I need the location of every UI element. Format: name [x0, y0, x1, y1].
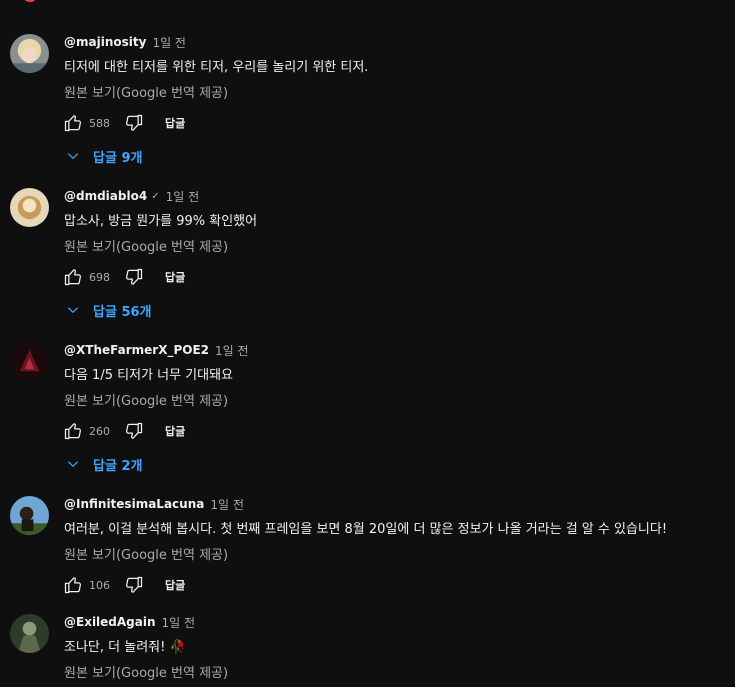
view-replies-button[interactable]: 답글 9개	[66, 146, 142, 166]
comment-author[interactable]: @XTheFarmerX_POE2	[64, 343, 209, 357]
replies-count: 답글 56개	[93, 304, 152, 320]
comment-thread: @ExiledAgain 1일 전 조나단, 더 놀려줘! 🥀 원본 보기(Go…	[0, 614, 735, 687]
dislike-button[interactable]	[123, 574, 145, 596]
comment-author[interactable]: @dmdiablo4	[64, 189, 147, 203]
reply-button[interactable]: 답글	[165, 269, 185, 285]
dislike-button[interactable]	[123, 266, 145, 288]
dislike-button[interactable]	[123, 112, 145, 134]
comment-author[interactable]: @majinosity	[64, 35, 146, 49]
sky-avatar-icon	[10, 496, 49, 535]
like-button[interactable]	[62, 266, 84, 288]
translate-toggle[interactable]: 원본 보기(Google 번역 제공)	[64, 390, 228, 409]
like-count: 260	[89, 424, 110, 438]
comment-text: 여러분, 이걸 분석해 봅시다. 첫 번째 프레임을 보면 8월 20일에 더 …	[64, 522, 668, 537]
thumb-up-icon	[64, 269, 81, 286]
comment-time[interactable]: 1일 전	[210, 496, 244, 513]
comment-thread: @majinosity 1일 전 티저에 대한 티저를 위한 티저, 우리를 놀…	[0, 34, 735, 174]
comment-text: 맙소사, 방금 뭔가를 99% 확인했어	[64, 214, 258, 229]
avatar[interactable]	[10, 34, 49, 73]
previous-comment-marker	[24, 0, 36, 2]
like-count: 106	[89, 578, 110, 592]
comment-time[interactable]: 1일 전	[152, 34, 186, 51]
dislike-button[interactable]	[123, 420, 145, 442]
thumb-down-icon	[126, 422, 143, 439]
reply-button[interactable]: 답글	[165, 423, 185, 439]
avatar[interactable]	[10, 188, 49, 227]
like-button[interactable]	[62, 112, 84, 134]
view-replies-button[interactable]: 답글 56개	[66, 300, 152, 320]
comment-author[interactable]: @InfinitesimaLacuna	[64, 497, 204, 511]
translate-toggle[interactable]: 원본 보기(Google 번역 제공)	[64, 236, 228, 255]
comment-text: 조나단, 더 놀려줘! 🥀	[64, 640, 186, 655]
like-button[interactable]	[62, 574, 84, 596]
replies-count: 답글 9개	[93, 150, 143, 166]
translate-toggle[interactable]: 원본 보기(Google 번역 제공)	[64, 82, 228, 101]
like-count: 698	[89, 270, 110, 284]
green-avatar-icon	[10, 614, 49, 653]
thumb-down-icon	[126, 114, 143, 131]
avatar[interactable]	[10, 342, 49, 381]
chevron-down-icon	[67, 307, 79, 314]
avatar[interactable]	[10, 496, 49, 535]
comment-text: 티저에 대한 티저를 위한 티저, 우리를 놀리기 위한 티저.	[64, 60, 369, 75]
comment-thread: @dmdiablo4 ✓ 1일 전 맙소사, 방금 뭔가를 99% 확인했어 원…	[0, 188, 735, 328]
like-button[interactable]	[62, 420, 84, 442]
comment-author[interactable]: @ExiledAgain	[64, 615, 156, 629]
thumb-down-icon	[126, 576, 143, 593]
comment-text: 다음 1/5 티저가 너무 기대돼요	[64, 368, 234, 383]
comment-time[interactable]: 1일 전	[166, 188, 200, 205]
replies-count: 답글 2개	[93, 458, 143, 474]
translate-toggle[interactable]: 원본 보기(Google 번역 제공)	[64, 662, 228, 681]
thumb-down-icon	[126, 268, 143, 285]
view-replies-button[interactable]: 답글 2개	[66, 454, 142, 474]
avatar[interactable]	[10, 614, 49, 653]
comment-time[interactable]: 1일 전	[215, 342, 249, 359]
chevron-down-icon	[67, 461, 79, 468]
dark-red-avatar-icon	[10, 342, 49, 381]
blonde-avatar-icon	[10, 34, 49, 73]
translate-toggle[interactable]: 원본 보기(Google 번역 제공)	[64, 544, 228, 563]
cream-avatar-icon	[10, 188, 49, 227]
comment-thread: @InfinitesimaLacuna 1일 전 여러분, 이걸 분석해 봅시다…	[0, 496, 735, 600]
verified-icon: ✓	[151, 190, 160, 202]
reply-button[interactable]: 답글	[165, 115, 185, 131]
thumb-up-icon	[64, 577, 81, 594]
comment-thread: @XTheFarmerX_POE2 1일 전 다음 1/5 티저가 너무 기대돼…	[0, 342, 735, 482]
like-count: 588	[89, 116, 110, 130]
chevron-down-icon	[67, 153, 79, 160]
reply-button[interactable]: 답글	[165, 577, 185, 593]
thumb-up-icon	[64, 423, 81, 440]
thumb-up-icon	[64, 115, 81, 132]
comment-time[interactable]: 1일 전	[162, 614, 196, 631]
